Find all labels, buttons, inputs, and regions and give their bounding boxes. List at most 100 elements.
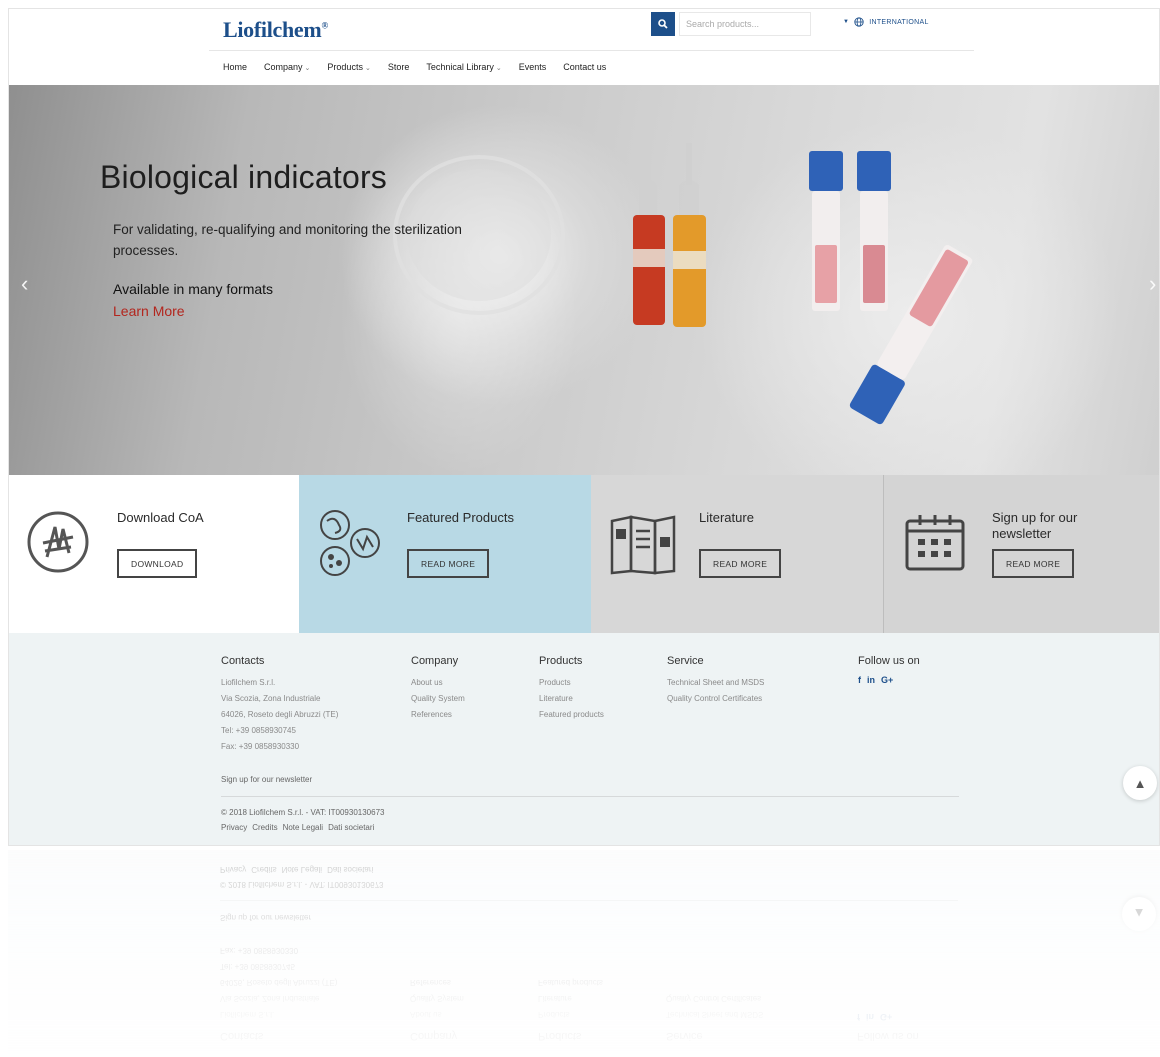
reflection-inner: Contacts Liofilchem S.r.l. Via Scozia, Z…	[8, 850, 1160, 1057]
footer-heading: Service	[667, 655, 704, 667]
footer-link[interactable]: About us	[411, 675, 465, 691]
reflected-footer: Contacts Liofilchem S.r.l. Via Scozia, Z…	[8, 850, 1160, 1057]
reflected-line: References	[410, 978, 451, 987]
nav-contact[interactable]: Contact us	[563, 62, 606, 72]
reflected-newsletter: Sign up for our newsletter	[220, 913, 312, 922]
download-button[interactable]: DOWNLOAD	[117, 549, 198, 578]
slider-prev-arrow-icon[interactable]: ‹	[21, 271, 28, 297]
footer-link[interactable]: Featured products	[539, 707, 604, 723]
contact-line: 64026, Roseto degli Abruzzi (TE)	[221, 710, 339, 719]
footer-heading: Products	[539, 655, 583, 667]
dati-societari-link[interactable]: Dati societari	[328, 823, 374, 832]
slider-next-arrow-icon[interactable]: ›	[1149, 271, 1156, 297]
language-selector[interactable]: ▼ INTERNATIONAL	[843, 17, 929, 27]
contact-line: Via Scozia, Zona Industriale	[221, 694, 321, 703]
nav-products[interactable]: Products ⌄	[327, 62, 370, 72]
legal-links: Privacy Credits Note Legali Dati societa…	[221, 823, 374, 832]
reflected-line: Liofilchem S.r.l.	[220, 1010, 275, 1019]
reflected-legal-link: Note Legali	[281, 865, 323, 874]
search-icon	[658, 19, 668, 29]
footer-newsletter-link[interactable]: Sign up for our newsletter	[221, 775, 312, 784]
footer-company: Company About us Quality System Referenc…	[411, 655, 465, 723]
facebook-icon[interactable]: f	[858, 675, 861, 685]
footer-link[interactable]: Technical Sheet and MSDS	[667, 675, 764, 691]
search-input[interactable]	[679, 12, 811, 36]
reflected-heading: Company	[410, 1030, 458, 1042]
promo-literature: Literature READ MORE	[591, 475, 883, 633]
brochure-icon	[610, 515, 676, 575]
reflected-copyright: © 2018 Liofilchem S.r.l. - VAT: IT009301…	[220, 880, 384, 889]
site-header: Liofilchem® ▼ INTERNATIONAL Home Company…	[9, 9, 1159, 85]
reflected-legal-link: Dati societari	[327, 865, 374, 874]
footer-link[interactable]: References	[411, 707, 465, 723]
reflected-heading: Contacts	[220, 1030, 264, 1042]
hero-subtitle: For validating, re-qualifying and monito…	[113, 222, 462, 258]
footer-products: Products Products Literature Featured pr…	[539, 655, 604, 723]
footer-reflection: Contacts Liofilchem S.r.l. Via Scozia, Z…	[8, 850, 1160, 1057]
footer-service: Service Technical Sheet and MSDS Quality…	[667, 655, 764, 707]
note-legali-link[interactable]: Note Legali	[283, 823, 323, 832]
credits-link[interactable]: Credits	[252, 823, 277, 832]
reflected-google-plus-icon: G+	[880, 1012, 893, 1022]
reflected-social: f in G+	[857, 1012, 919, 1022]
reflected-contacts: Contacts Liofilchem S.r.l. Via Scozia, Z…	[220, 942, 337, 1042]
reflected-line: About us	[410, 1010, 442, 1019]
reflected-line: Products	[538, 1010, 570, 1019]
reflected-line: Featured products	[538, 978, 603, 987]
chevron-down-icon: ⌄	[304, 65, 311, 72]
footer-contacts: Contacts Liofilchem S.r.l. Via Scozia, Z…	[221, 655, 338, 755]
reflected-follow: Follow us on f in G+	[857, 1012, 919, 1042]
hero-slider: Biological indicators For validating, re…	[9, 85, 1159, 475]
reflected-line: Tel: +39 0858930745	[220, 962, 295, 971]
nav-technical-library[interactable]: Technical Library ⌄	[426, 62, 501, 72]
reflected-legal-link: Credits	[251, 865, 277, 874]
contact-line: Tel: +39 0858930745	[221, 726, 296, 735]
main-nav: Home Company ⌄ Products ⌄ Store Technical …	[223, 62, 623, 72]
promo-title: Literature	[699, 510, 754, 525]
reflected-line: 64026, Roseto degli Abruzzi (TE)	[220, 978, 338, 987]
footer-link[interactable]: Products	[539, 675, 604, 691]
footer-follow: Follow us on f in G+	[858, 655, 920, 685]
learn-more-link[interactable]: Learn More	[113, 303, 185, 319]
back-to-top-button[interactable]: ▲	[1123, 766, 1157, 800]
footer-heading: Follow us on	[858, 655, 920, 667]
globe-icon	[854, 17, 864, 27]
search-button[interactable]	[651, 12, 675, 36]
google-plus-icon[interactable]: G+	[881, 675, 893, 685]
page-frame: Liofilchem® ▼ INTERNATIONAL Home Company…	[8, 8, 1160, 846]
copyright: © 2018 Liofilchem S.r.l. - VAT: IT009301…	[221, 808, 385, 817]
nav-events[interactable]: Events	[519, 62, 547, 72]
reflected-linkedin-icon: in	[866, 1012, 874, 1022]
reflected-line: Technical Sheet and MSDS	[666, 1010, 764, 1019]
promo-title: Download CoA	[117, 510, 204, 525]
chevron-down-icon: ⌄	[495, 65, 502, 72]
chevron-down-icon: ⌄	[364, 65, 371, 72]
linkedin-icon[interactable]: in	[867, 675, 875, 685]
nav-store[interactable]: Store	[388, 62, 410, 72]
caret-down-icon: ▼	[843, 19, 850, 25]
privacy-link[interactable]: Privacy	[221, 823, 247, 832]
reflected-products: Products Products Literature Featured pr…	[538, 974, 603, 1042]
reflected-heading: Products	[538, 1030, 582, 1042]
promo-title: Featured Products	[407, 510, 514, 525]
footer-link[interactable]: Literature	[539, 691, 604, 707]
footer-link[interactable]: Quality System	[411, 691, 465, 707]
featured-read-more-button[interactable]: READ MORE	[407, 549, 490, 578]
site-footer: Contacts Liofilchem S.r.l. Via Scozia, Z…	[9, 633, 1159, 845]
reflected-line: Fax: +39 0858930330	[220, 946, 299, 955]
coa-seal-icon	[27, 511, 89, 573]
footer-heading: Contacts	[221, 655, 265, 667]
footer-link[interactable]: Quality Control Certificates	[667, 691, 764, 707]
literature-read-more-button[interactable]: READ MORE	[699, 549, 782, 578]
calendar-icon	[905, 515, 965, 571]
newsletter-read-more-button[interactable]: READ MORE	[992, 549, 1075, 578]
nav-home[interactable]: Home	[223, 62, 247, 72]
language-label: INTERNATIONAL	[869, 18, 929, 26]
promo-title: Sign up for our newsletter	[992, 510, 1078, 541]
nav-company[interactable]: Company ⌄	[264, 62, 310, 72]
reflected-line: Quality Control Certificates	[666, 994, 762, 1003]
logo[interactable]: Liofilchem®	[223, 17, 328, 43]
promo-newsletter: Sign up for our newsletter READ MORE	[883, 475, 1159, 633]
footer-heading: Company	[411, 655, 459, 667]
reflected-back-top: ▲	[1122, 897, 1156, 931]
